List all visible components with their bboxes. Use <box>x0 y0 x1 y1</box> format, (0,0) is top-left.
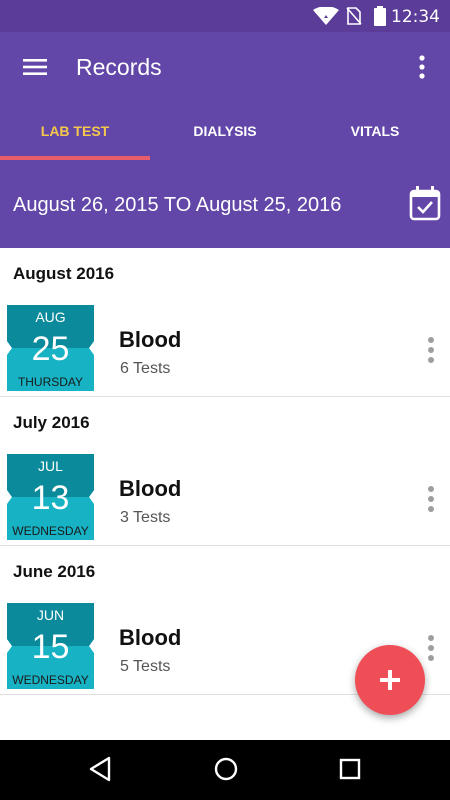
section-header-august-2016: August 2016 <box>13 264 115 283</box>
page-title: Records <box>76 54 162 80</box>
record-count: 6 Tests <box>120 360 171 377</box>
no-sim-icon <box>346 7 362 25</box>
item-more-icon[interactable] <box>424 634 438 662</box>
system-nav-bar <box>0 740 450 800</box>
badge-day: 25 <box>31 330 70 368</box>
record-list-item[interactable]: JUL 13 WEDNESDAY Blood 3 Tests <box>0 446 450 546</box>
record-name: Blood <box>119 327 182 352</box>
record-name: Blood <box>119 476 182 501</box>
badge-weekday: THURSDAY <box>17 375 84 389</box>
tab-lab-test[interactable]: LAB TEST <box>0 102 150 160</box>
status-bar: 12:34 <box>0 0 450 32</box>
recents-square-icon[interactable] <box>339 756 361 782</box>
section-header-july-2016: July 2016 <box>13 413 90 432</box>
tab-bar: LAB TEST DIALYSIS VITALS <box>0 102 450 160</box>
record-name: Blood <box>119 625 182 650</box>
item-more-icon[interactable] <box>424 485 438 513</box>
status-time: 12:34 <box>391 7 440 27</box>
badge-month: JUN <box>36 607 65 623</box>
date-badge: JUL 13 WEDNESDAY <box>7 454 94 540</box>
plus-icon <box>380 670 400 690</box>
tab-vitals[interactable]: VITALS <box>300 102 450 160</box>
section-header-june-2016: June 2016 <box>13 562 96 581</box>
item-more-icon[interactable] <box>424 336 438 364</box>
wifi-icon <box>313 7 339 25</box>
home-circle-icon[interactable] <box>213 756 239 782</box>
overflow-menu-icon[interactable] <box>412 52 432 82</box>
hamburger-menu-icon[interactable] <box>21 54 49 80</box>
app-bar: Records <box>0 32 450 102</box>
badge-day: 15 <box>31 628 70 666</box>
add-record-button[interactable] <box>355 645 425 715</box>
badge-month: AUG <box>35 309 66 325</box>
record-list-item[interactable]: AUG 25 THURSDAY Blood 6 Tests <box>0 297 450 397</box>
date-badge: JUN 15 WEDNESDAY <box>7 603 94 689</box>
badge-weekday: WEDNESDAY <box>12 673 89 687</box>
battery-icon <box>374 6 386 26</box>
badge-weekday: WEDNESDAY <box>12 524 89 538</box>
date-badge: AUG 25 THURSDAY <box>7 305 94 391</box>
record-count: 5 Tests <box>120 658 171 675</box>
badge-month: JUL <box>38 458 63 474</box>
back-triangle-icon[interactable] <box>88 756 112 782</box>
date-range-bar: August 26, 2015 TO August 25, 2016 <box>0 160 450 248</box>
badge-day: 13 <box>31 479 70 517</box>
record-count: 3 Tests <box>120 509 171 526</box>
calendar-check-icon[interactable] <box>408 185 442 221</box>
date-range-text: August 26, 2015 TO August 25, 2016 <box>13 194 342 216</box>
tab-dialysis[interactable]: DIALYSIS <box>150 102 300 160</box>
